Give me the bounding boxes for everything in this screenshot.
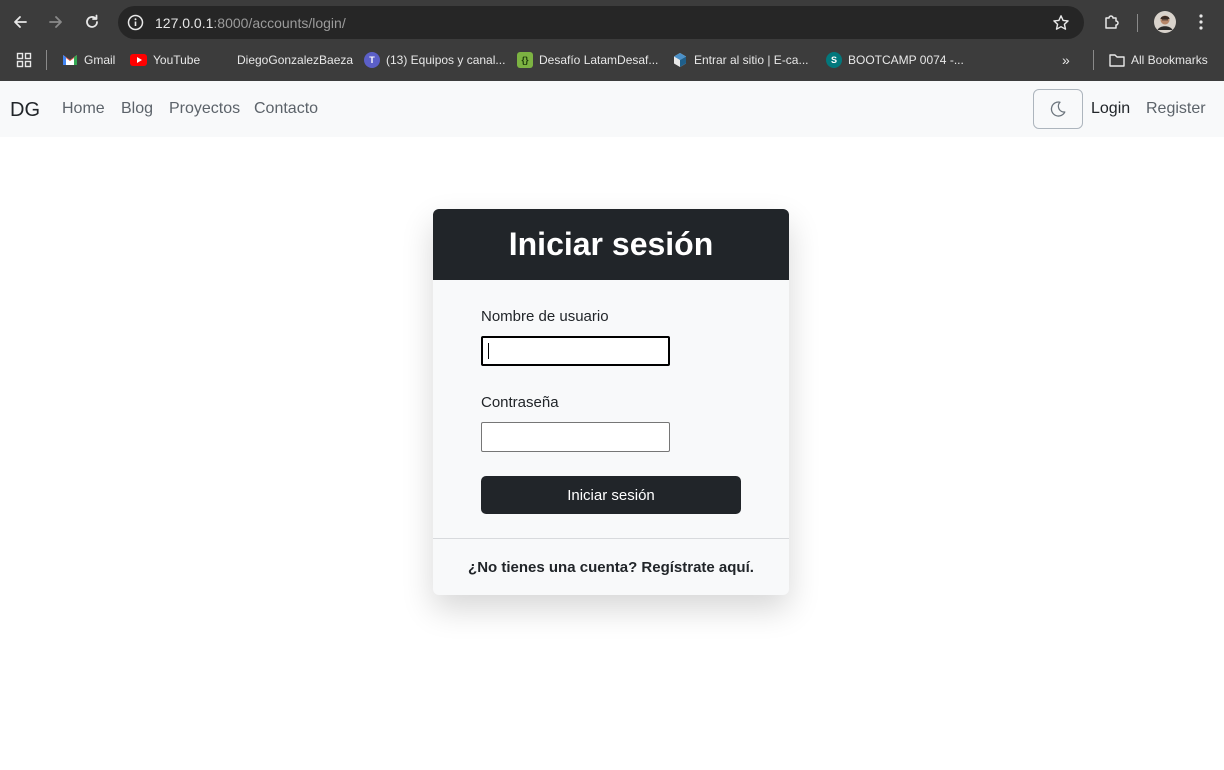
toolbar-divider — [1137, 14, 1138, 32]
moodle-icon — [672, 52, 688, 68]
username-field[interactable] — [481, 336, 670, 366]
bookmark-star-icon[interactable] — [1052, 14, 1070, 32]
reload-icon — [86, 14, 98, 28]
all-bookmarks-button[interactable]: All Bookmarks — [1109, 51, 1208, 69]
login-card-header: Iniciar sesión — [433, 209, 789, 280]
forward-button[interactable] — [42, 8, 70, 36]
bookmark-label: YouTube — [153, 53, 201, 67]
sharepoint-icon: S — [826, 52, 842, 68]
arrow-right-icon — [49, 16, 62, 28]
nav-link-contacto[interactable]: Contacto — [254, 100, 318, 118]
theme-toggle-button[interactable] — [1033, 89, 1083, 129]
gmail-icon — [62, 52, 78, 68]
apps-button[interactable] — [16, 51, 32, 69]
bookmark-label: Entrar al sitio | E-ca... — [694, 53, 809, 67]
bookmark-youtube[interactable]: YouTube — [130, 51, 200, 69]
address-bar[interactable]: 127.0.0.1:8000/accounts/login/ — [118, 6, 1084, 39]
login-submit-button[interactable]: Iniciar sesión — [481, 476, 741, 514]
url-host: 127.0.0.1 — [155, 15, 214, 31]
back-button[interactable] — [6, 8, 34, 36]
bookmarks-divider — [46, 50, 47, 70]
nav-link-blog[interactable]: Blog — [121, 100, 153, 118]
bookmarks-divider-right — [1093, 50, 1094, 70]
register-link[interactable]: ¿No tienes una cuenta? Regístrate aquí. — [468, 559, 754, 576]
bookmark-gmail[interactable]: Gmail — [62, 51, 115, 69]
extensions-button[interactable] — [1098, 8, 1126, 36]
reload-button[interactable] — [78, 8, 106, 36]
desafio-icon: {} — [517, 52, 533, 68]
site-navbar: DG Home Blog Proyectos Contacto Login Re… — [0, 81, 1224, 137]
url-path: :8000/accounts/login/ — [213, 15, 346, 31]
bookmark-desafio[interactable]: {} Desafío LatamDesaf... — [517, 51, 658, 69]
more-vertical-icon — [1199, 14, 1203, 30]
avatar — [1154, 11, 1176, 33]
profile-button[interactable] — [1152, 8, 1178, 36]
bookmark-label: Desafío LatamDesaf... — [539, 53, 659, 67]
bookmark-label: (13) Equipos y canal... — [386, 53, 506, 67]
puzzle-icon — [1105, 15, 1119, 29]
bookmark-teams[interactable]: T (13) Equipos y canal... — [364, 51, 505, 69]
brand-logo[interactable]: DG — [10, 99, 40, 122]
all-bookmarks-label: All Bookmarks — [1131, 53, 1208, 67]
nav-link-proyectos[interactable]: Proyectos — [169, 100, 240, 118]
password-field[interactable] — [481, 422, 670, 452]
bookmark-diegogonzalezbaeza[interactable]: DiegoGonzalezBaeza — [237, 51, 353, 69]
browser-toolbar: 127.0.0.1:8000/accounts/login/ — [0, 0, 1224, 45]
arrow-left-icon — [14, 16, 27, 28]
folder-icon — [1109, 52, 1125, 68]
bookmark-bootcamp[interactable]: S BOOTCAMP 0074 -... — [826, 51, 964, 69]
nav-link-login[interactable]: Login — [1091, 100, 1130, 118]
login-card-footer: ¿No tienes una cuenta? Regístrate aquí. — [433, 538, 789, 595]
nav-link-home[interactable]: Home — [62, 100, 105, 118]
moon-icon — [1050, 101, 1066, 117]
teams-icon: T — [364, 52, 380, 68]
text-caret — [488, 343, 489, 359]
youtube-icon — [130, 54, 147, 66]
username-label: Nombre de usuario — [481, 308, 609, 325]
bookmark-label: Gmail — [84, 53, 116, 67]
bookmark-label: DiegoGonzalezBaeza — [237, 53, 354, 67]
nav-link-register[interactable]: Register — [1146, 100, 1206, 118]
site-info-icon[interactable] — [127, 14, 144, 31]
login-title: Iniciar sesión — [508, 226, 714, 262]
password-label: Contraseña — [481, 394, 559, 411]
bookmark-label: BOOTCAMP 0074 -... — [848, 53, 964, 67]
apps-grid-icon — [16, 52, 32, 68]
login-card: Iniciar sesión Nombre de usuario Contras… — [433, 209, 789, 595]
url-text: 127.0.0.1:8000/accounts/login/ — [155, 15, 346, 31]
bookmarks-overflow-button[interactable]: » — [1062, 51, 1070, 69]
bookmark-ecampus[interactable]: Entrar al sitio | E-ca... — [672, 51, 809, 69]
browser-menu-button[interactable] — [1192, 8, 1210, 36]
chevron-double-right-icon: » — [1062, 52, 1070, 68]
